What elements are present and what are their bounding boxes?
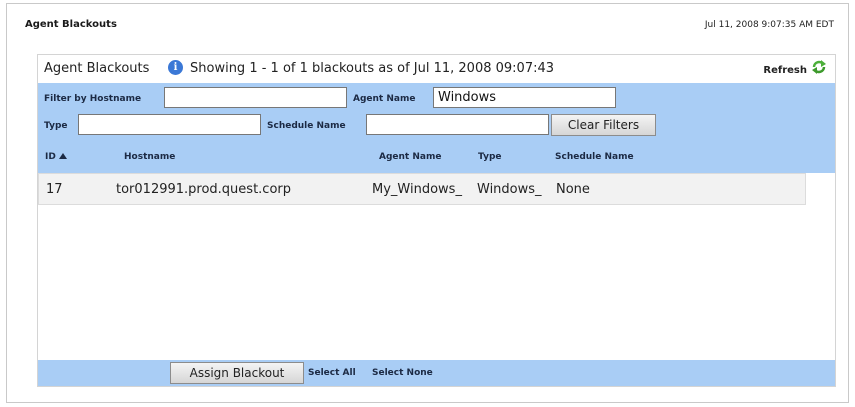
hostname-filter-label: Filter by Hostname [44,94,142,104]
info-icon[interactable]: i [168,60,183,75]
schedule-name-filter-input[interactable] [366,114,549,135]
page-timestamp: Jul 11, 2008 9:07:35 AM EDT [704,20,834,30]
cell-id: 17 [46,182,63,197]
type-filter-label: Type [44,121,68,131]
cell-schedule-name: None [556,182,590,197]
column-header-id[interactable]: ID [45,152,67,162]
type-filter-input[interactable] [78,114,261,135]
footer-bar: Assign Blackout Select All Select None [38,360,835,386]
assign-blackout-button[interactable]: Assign Blackout [170,362,304,384]
column-header-hostname[interactable]: Hostname [124,152,175,162]
column-header-agent-name[interactable]: Agent Name [379,152,441,162]
schedule-name-filter-label: Schedule Name [267,121,346,131]
clear-filters-button[interactable]: Clear Filters [551,114,656,136]
cell-agent-name: My_Windows_ [372,182,462,197]
agent-name-filter-input[interactable] [433,87,616,108]
panel-header: Agent Blackouts i Showing 1 - 1 of 1 bla… [38,55,835,83]
select-none-link[interactable]: Select None [372,368,433,378]
table-row[interactable]: 17 tor012991.prod.quest.corp My_Windows_… [38,173,806,205]
hostname-filter-input[interactable] [164,87,347,108]
column-header-type[interactable]: Type [478,152,501,162]
cell-type: Windows_ [477,182,542,197]
table-header: ID Hostname Agent Name Type Schedule Nam… [38,141,835,173]
refresh-icon[interactable] [811,59,827,75]
select-all-link[interactable]: Select All [308,368,356,378]
page-frame: Agent Blackouts Jul 11, 2008 9:07:35 AM … [6,3,849,403]
cell-hostname: tor012991.prod.quest.corp [116,182,291,197]
column-header-schedule-name[interactable]: Schedule Name [555,152,634,162]
blackouts-panel: Agent Blackouts i Showing 1 - 1 of 1 bla… [37,54,836,387]
page-title: Agent Blackouts [25,19,117,30]
panel-title: Agent Blackouts [44,61,150,76]
filter-area: Filter by Hostname Agent Name Type Sched… [38,83,835,141]
agent-name-filter-label: Agent Name [353,94,416,104]
refresh-link[interactable]: Refresh [763,65,807,76]
sort-ascending-icon [58,153,67,159]
showing-status: Showing 1 - 1 of 1 blackouts as of Jul 1… [190,61,555,76]
